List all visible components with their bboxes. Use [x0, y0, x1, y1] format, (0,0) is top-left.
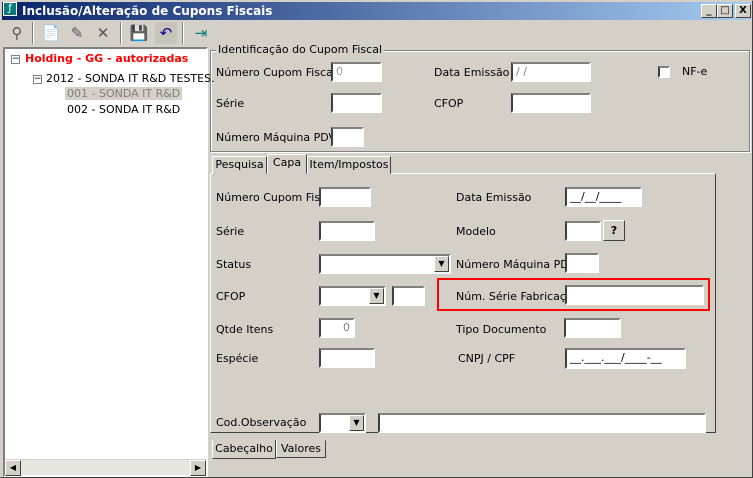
tree-node-company[interactable]: 2012 - SONDA IT R&D TESTES. [46, 72, 215, 85]
cfop-complement-input[interactable] [392, 286, 425, 306]
app-icon: ƒ [3, 2, 17, 16]
delete-icon[interactable]: ✕ [92, 22, 114, 44]
label: Data Emissão [434, 66, 510, 79]
numero-cupom-input[interactable] [319, 187, 371, 207]
collapse-icon[interactable]: − [33, 75, 42, 84]
cnpj-cpf-input[interactable]: __.___.___/____-__ [565, 348, 686, 369]
label: Tipo Documento [456, 323, 547, 336]
label: Número Máquina PDV [216, 131, 337, 144]
pdv-input[interactable] [565, 253, 599, 273]
label: CFOP [216, 290, 246, 303]
new-document-icon[interactable]: 📄 [40, 22, 62, 44]
collapse-icon[interactable]: − [11, 55, 20, 64]
label: Série [216, 97, 245, 110]
company-tree[interactable]: − Holding - GG - autorizadas − 2012 - SO… [3, 47, 215, 477]
qtde-itens-input[interactable]: 0 [319, 318, 355, 338]
save-icon[interactable]: 💾 [128, 22, 150, 44]
label: Cod.Observação [216, 416, 307, 429]
window-title: Inclusão/Alteração de Cupons Fiscais [22, 4, 273, 18]
tab-cabecalho[interactable]: Cabeçalho [212, 440, 276, 459]
undo-icon[interactable]: ↶ [155, 22, 177, 44]
modelo-input[interactable] [565, 221, 601, 241]
label: Data Emissão [456, 191, 532, 204]
edit-icon[interactable]: ✎ [66, 22, 88, 44]
ident-serie-input[interactable] [331, 93, 382, 113]
label: NF-e [682, 65, 708, 78]
title-bar: Inclusão/Alteração de Cupons Fiscais [2, 2, 751, 20]
horizontal-scrollbar[interactable]: ◀ ▶ [5, 459, 206, 476]
label: Qtde Itens [216, 323, 274, 336]
label: CFOP [434, 97, 464, 110]
toolbar-separator [32, 22, 34, 44]
label: CNPJ / CPF [458, 352, 516, 365]
label: Número Máquina PDV [456, 258, 577, 271]
chevron-down-icon[interactable]: ▼ [349, 415, 364, 431]
tab-pesquisa[interactable]: Pesquisa [212, 156, 267, 174]
toolbar-separator [120, 22, 122, 44]
label: Espécie [216, 352, 259, 365]
label: Número Cupom Fiscal [216, 66, 336, 79]
ident-cfop-input[interactable] [511, 93, 591, 113]
modelo-lookup-button[interactable]: ? [603, 220, 625, 241]
binoculars-search-icon[interactable]: ⚲ [6, 22, 28, 44]
status-select[interactable]: ▼ [319, 254, 451, 274]
ident-data-input[interactable]: / / [511, 62, 591, 82]
scroll-left-button[interactable]: ◀ [5, 460, 21, 476]
label: Modelo [456, 225, 496, 238]
data-emissao-input[interactable]: __/__/____ [565, 187, 642, 207]
cfop-select[interactable]: ▼ [319, 286, 386, 306]
ident-numero-input[interactable]: 0 [331, 62, 382, 82]
exit-door-icon[interactable]: ⇥ [190, 22, 212, 44]
serie-fabricacao-input[interactable] [565, 285, 704, 305]
ident-pdv-input[interactable] [331, 127, 364, 147]
label: Status [216, 258, 252, 271]
tree-node-branch-selected[interactable]: 001 - SONDA IT R&D [65, 87, 183, 100]
close-button[interactable]: X [735, 4, 751, 18]
observacao-input[interactable] [378, 413, 706, 433]
scroll-right-button[interactable]: ▶ [190, 460, 206, 476]
tab-capa[interactable]: Capa [267, 154, 307, 174]
tipo-documento-input[interactable] [564, 318, 621, 338]
label: Série [216, 225, 245, 238]
toolbar-separator [182, 22, 184, 44]
chevron-down-icon[interactable]: ▼ [434, 256, 449, 272]
tree-node-branch[interactable]: 002 - SONDA IT R&D [67, 103, 180, 116]
serie-input[interactable] [319, 221, 375, 241]
especie-input[interactable] [319, 348, 375, 368]
maximize-button[interactable]: □ [717, 4, 733, 18]
minimize-button[interactable]: _ [701, 4, 717, 18]
tab-item-impostos[interactable]: Item/Impostos [307, 156, 391, 174]
nfe-checkbox[interactable] [658, 66, 670, 78]
ident-group-title: Identificação do Cupom Fiscal [216, 43, 385, 56]
chevron-down-icon[interactable]: ▼ [369, 288, 384, 304]
label: Número Cupom Fiscal [216, 191, 336, 204]
cod-observacao-select[interactable]: ▼ [319, 413, 366, 433]
label: Núm. Série Fabricação [456, 290, 580, 303]
tab-valores[interactable]: Valores [276, 440, 326, 458]
tree-node-root[interactable]: Holding - GG - autorizadas [25, 52, 188, 65]
